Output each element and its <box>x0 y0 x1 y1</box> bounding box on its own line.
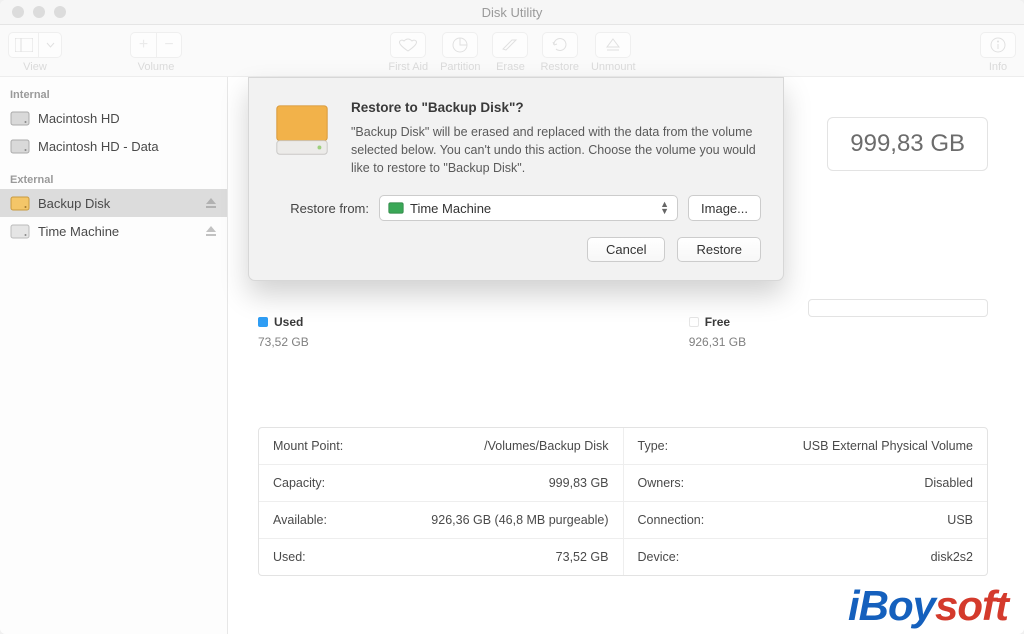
unmount-label: Unmount <box>591 61 636 73</box>
external-disk-icon <box>10 196 30 211</box>
usage-section: Used 73,52 GB Free 926,31 GB <box>258 315 988 349</box>
timemachine-disk-icon <box>388 202 404 214</box>
restore-label: Restore <box>540 61 579 73</box>
used-value: 73,52 GB <box>258 335 309 349</box>
toolbar: View + − Volume First Aid Partition Eras… <box>0 25 1024 77</box>
erase-icon <box>502 38 518 52</box>
firstaid-icon <box>399 37 417 53</box>
dialog-description: "Backup Disk" will be erased and replace… <box>351 123 761 177</box>
info-key: Used: <box>273 550 306 564</box>
info-val: 999,83 GB <box>549 476 609 490</box>
sidebar-item-time-machine[interactable]: Time Machine <box>0 217 227 245</box>
window-title: Disk Utility <box>0 5 1024 20</box>
chevron-updown-icon: ▲▼ <box>660 201 669 215</box>
partition-icon <box>452 37 468 53</box>
cancel-label: Cancel <box>606 242 646 257</box>
restore-label: Restore <box>696 242 742 257</box>
disk-utility-window: Disk Utility View + − Volume First Aid <box>0 0 1024 634</box>
info-val: USB <box>947 513 973 527</box>
watermark-text: iBoy <box>848 582 935 629</box>
usage-bar <box>808 299 988 317</box>
restore-icon <box>552 37 568 53</box>
restore-confirm-button[interactable]: Restore <box>677 237 761 262</box>
volume-label: Volume <box>138 61 175 73</box>
capacity-badge: 999,83 GB <box>827 117 988 171</box>
volume-remove-button[interactable]: − <box>156 32 182 58</box>
used-label: Used <box>274 315 303 329</box>
view-dropdown[interactable] <box>38 32 62 58</box>
info-button[interactable] <box>980 32 1016 58</box>
dialog-title: Restore to "Backup Disk"? <box>351 100 761 115</box>
plus-icon: + <box>139 36 148 54</box>
info-panel: Mount Point: /Volumes/Backup Disk Capacit… <box>258 427 988 576</box>
sidebar-item-label: Macintosh HD <box>38 111 120 126</box>
erase-label: Erase <box>496 61 525 73</box>
free-label: Free <box>705 315 730 329</box>
info-key: Connection: <box>638 513 705 527</box>
sidebar-header-external: External <box>0 168 227 189</box>
erase-button[interactable] <box>492 32 528 58</box>
partition-button[interactable] <box>442 32 478 58</box>
restore-from-value: Time Machine <box>410 201 491 216</box>
info-key: Device: <box>638 550 680 564</box>
internal-disk-icon <box>10 111 30 126</box>
external-drive-icon <box>271 100 333 162</box>
external-disk-icon <box>10 224 30 239</box>
unmount-icon <box>606 38 620 52</box>
titlebar: Disk Utility <box>0 0 1024 25</box>
view-label: View <box>23 61 47 73</box>
info-val: 73,52 GB <box>556 550 609 564</box>
info-icon <box>990 37 1006 53</box>
image-button[interactable]: Image... <box>688 195 761 221</box>
unmount-button[interactable] <box>595 32 631 58</box>
partition-label: Partition <box>440 61 480 73</box>
info-key: Type: <box>638 439 669 453</box>
info-key: Available: <box>273 513 327 527</box>
minus-icon: − <box>164 36 173 54</box>
sidebar-icon <box>15 38 33 52</box>
info-val: 926,36 GB (46,8 MB purgeable) <box>431 513 608 527</box>
chevron-down-icon <box>46 42 55 48</box>
info-key: Capacity: <box>273 476 325 490</box>
firstaid-button[interactable] <box>390 32 426 58</box>
info-col-left: Mount Point: /Volumes/Backup Disk Capacit… <box>259 428 624 575</box>
eject-icon[interactable] <box>205 225 217 237</box>
free-swatch-icon <box>689 317 699 327</box>
info-key: Owners: <box>638 476 685 490</box>
watermark: iBoysoft <box>848 582 1008 630</box>
firstaid-label: First Aid <box>388 61 428 73</box>
sidebar-item-backup-disk[interactable]: Backup Disk <box>0 189 227 217</box>
restore-from-select[interactable]: Time Machine ▲▼ <box>379 195 678 221</box>
sidebar-item-label: Macintosh HD - Data <box>38 139 159 154</box>
sidebar-item-macintosh-hd[interactable]: Macintosh HD <box>0 104 227 132</box>
sidebar-item-label: Backup Disk <box>38 196 110 211</box>
info-col-right: Type: USB External Physical Volume Owners… <box>624 428 988 575</box>
view-button[interactable] <box>8 32 38 58</box>
restore-from-label: Restore from: <box>271 201 369 216</box>
sidebar-item-label: Time Machine <box>38 224 119 239</box>
restore-dialog: Restore to "Backup Disk"? "Backup Disk" … <box>248 77 784 281</box>
restore-button[interactable] <box>542 32 578 58</box>
eject-icon[interactable] <box>205 197 217 209</box>
info-val: /Volumes/Backup Disk <box>484 439 608 453</box>
image-button-label: Image... <box>701 201 748 216</box>
info-val: Disabled <box>924 476 973 490</box>
info-val: disk2s2 <box>931 550 973 564</box>
sidebar: Internal Macintosh HD Macintosh HD - Dat… <box>0 77 228 634</box>
info-val: USB External Physical Volume <box>803 439 973 453</box>
sidebar-item-macintosh-hd-data[interactable]: Macintosh HD - Data <box>0 132 227 160</box>
volume-add-button[interactable]: + <box>130 32 156 58</box>
internal-disk-icon <box>10 139 30 154</box>
free-value: 926,31 GB <box>689 335 746 349</box>
used-swatch-icon <box>258 317 268 327</box>
sidebar-header-internal: Internal <box>0 83 227 104</box>
watermark-text-red: soft <box>935 582 1008 629</box>
cancel-button[interactable]: Cancel <box>587 237 665 262</box>
info-key: Mount Point: <box>273 439 343 453</box>
info-label: Info <box>989 61 1007 73</box>
